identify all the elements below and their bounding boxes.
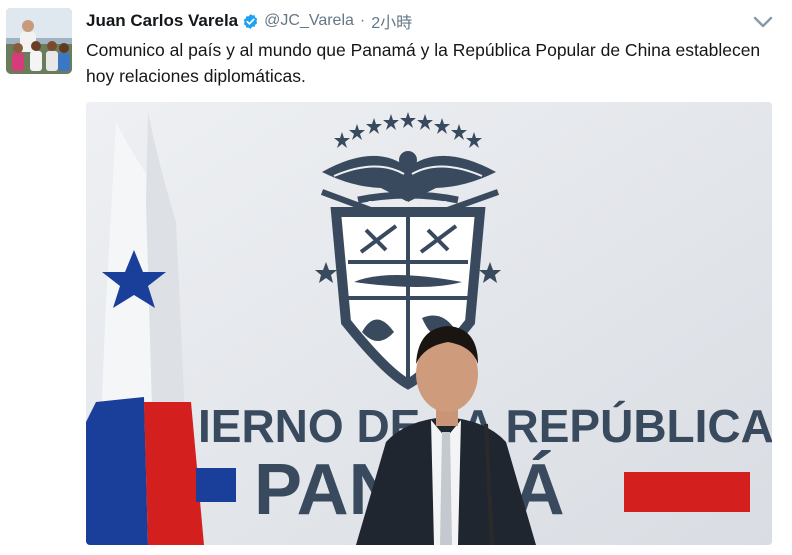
separator-dot: · bbox=[359, 12, 366, 29]
author-handle[interactable]: @JC_Varela bbox=[264, 12, 354, 30]
author-avatar[interactable] bbox=[6, 8, 72, 74]
verified-badge-icon bbox=[243, 13, 258, 29]
author-name[interactable]: Juan Carlos Varela bbox=[86, 11, 238, 31]
tweet: Juan Carlos Varela @JC_Varela · 2小時 Comu… bbox=[0, 0, 792, 555]
chevron-down-icon[interactable] bbox=[752, 13, 774, 31]
tweet-header: Juan Carlos Varela @JC_Varela · 2小時 bbox=[86, 9, 412, 33]
tweet-text: Comunico al país y al mundo que Panamá y… bbox=[86, 40, 761, 86]
photo-scene: PRO MUNDI BENEFICIO IERNO DE LA REPÚBLIC… bbox=[86, 102, 772, 545]
banner-blue-bar bbox=[196, 468, 236, 502]
tweet-photo[interactable]: PRO MUNDI BENEFICIO IERNO DE LA REPÚBLIC… bbox=[86, 102, 772, 545]
tweet-timestamp[interactable]: 2小時 bbox=[371, 9, 412, 33]
banner-red-bar bbox=[624, 472, 750, 512]
avatar-photo bbox=[6, 8, 72, 74]
seal-motto: PRO MUNDI BENEFICIO bbox=[368, 201, 448, 208]
